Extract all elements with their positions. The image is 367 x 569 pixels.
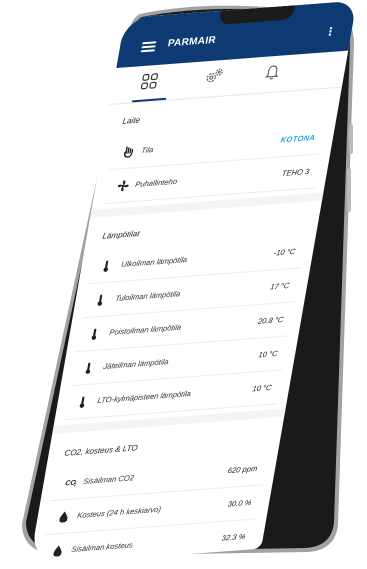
- thermometer-icon: [78, 395, 92, 408]
- settings-icon: [206, 68, 223, 83]
- section-title-laite: Laite: [121, 115, 141, 126]
- row-label: Sisäilman CO2: [82, 473, 135, 486]
- row-value: -10 °C: [272, 246, 297, 258]
- row-value: 10 °C: [257, 348, 279, 360]
- thermometer-icon: [96, 293, 110, 306]
- row-value: 620 ppm: [227, 463, 259, 476]
- row-label: Kosteus (24 h keskiarvo): [76, 504, 162, 520]
- row-label: Tuloilman lämpötila: [114, 289, 182, 303]
- drop-icon: [58, 510, 72, 523]
- fan-value: TEHO 3: [281, 166, 311, 179]
- row-label: LTO-kylmäpisteen lämpötila: [96, 388, 192, 405]
- bell-icon: [264, 65, 279, 80]
- tab-settings[interactable]: [203, 67, 229, 91]
- section-title-lampotilat: Lämpötilat: [101, 229, 141, 241]
- thermometer-icon: [90, 327, 104, 340]
- dashboard-icon: [140, 73, 159, 90]
- app-title: PARMAIR: [166, 34, 217, 50]
- thermometer-icon: [84, 361, 98, 374]
- tab-dashboard[interactable]: [139, 72, 165, 96]
- thermometer-icon: [102, 259, 116, 272]
- row-label: Ulkoilman lämpötila: [120, 255, 188, 269]
- menu-icon[interactable]: [140, 41, 157, 53]
- row-label: Sisäilman kosteus: [70, 540, 134, 554]
- phone-frame: PARMAIR ⋮ Laite Tila KOTONA Puhallinteho…: [8, 0, 360, 567]
- more-vert-icon[interactable]: ⋮: [324, 25, 337, 39]
- section-title-co2: CO2, kosteus & LTO: [63, 443, 139, 458]
- row-value: 10 °C: [251, 382, 273, 394]
- row-value: 30.0 %: [226, 497, 253, 509]
- row-value: 17 °C: [269, 280, 291, 292]
- fan-icon: [116, 179, 130, 192]
- hand-icon: [122, 145, 136, 158]
- row-label: Jäteilman lämpötila: [102, 357, 170, 371]
- stage: PARMAIR ⋮ Laite Tila KOTONA Puhallinteho…: [0, 0, 367, 569]
- co2-icon: CO 2: [64, 476, 78, 489]
- drop-icon: [52, 544, 66, 557]
- row-label: Puhallinteho: [134, 176, 178, 189]
- mode-value: KOTONA: [279, 132, 317, 145]
- tab-notifications[interactable]: [263, 63, 289, 87]
- row-label: Tila: [140, 145, 155, 155]
- row-label: Poistoilman lämpötila: [108, 322, 182, 337]
- row-value: 32.3 %: [221, 531, 247, 543]
- svg-text:2: 2: [72, 482, 77, 487]
- row-value: 20.8 °C: [257, 314, 285, 326]
